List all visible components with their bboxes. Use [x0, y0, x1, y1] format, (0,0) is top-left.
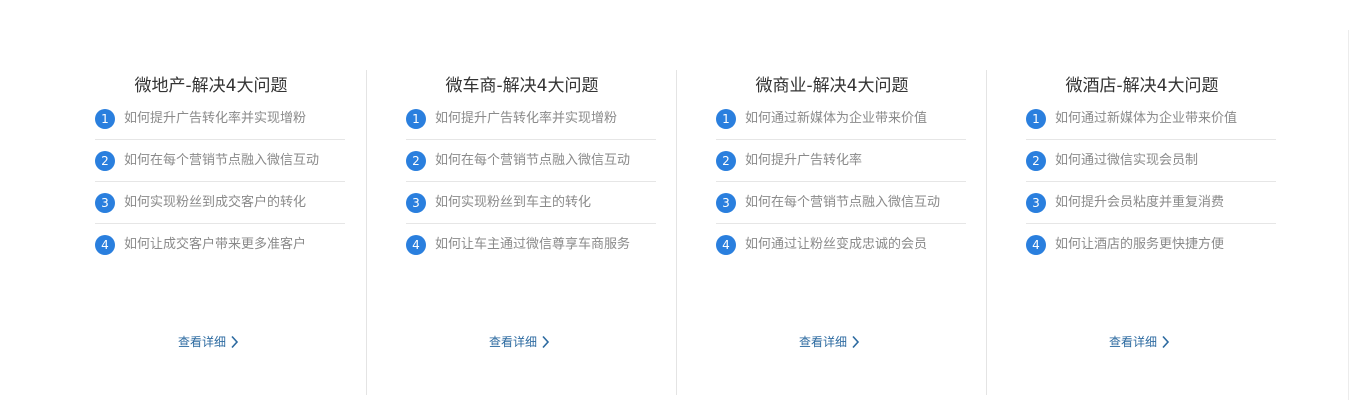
chevron-right-icon	[852, 335, 860, 349]
solution-card-hotel: 微酒店-解决4大问题 1 如何通过新媒体为企业带来价值 2 如何通过微信实现会员…	[986, 70, 1297, 395]
number-badge: 4	[95, 235, 115, 255]
solutions-section: 微地产-解决4大问题 1 如何提升广告转化率并实现增粉 2 如何在每个营销节点融…	[0, 0, 1350, 400]
problem-text: 如何提升广告转化率并实现增粉	[124, 111, 307, 126]
problem-item: 2 如何在每个营销节点融入微信互动	[95, 140, 345, 182]
problem-list: 1 如何提升广告转化率并实现增粉 2 如何在每个营销节点融入微信互动 3 如何实…	[95, 98, 345, 265]
problem-item: 3 如何在每个营销节点融入微信互动	[716, 182, 966, 224]
number-badge: 4	[1026, 235, 1046, 255]
card-title: 微地产-解决4大问题	[134, 76, 288, 96]
view-details-link[interactable]: 查看详细	[178, 332, 239, 352]
view-details-label: 查看详细	[1109, 335, 1158, 349]
view-details-link[interactable]: 查看详细	[1109, 332, 1170, 352]
number-badge: 1	[406, 109, 426, 129]
problem-text: 如何在每个营销节点融入微信互动	[124, 153, 320, 168]
number-badge: 2	[716, 151, 736, 171]
problem-text: 如何通过微信实现会员制	[1055, 153, 1199, 168]
problem-item: 3 如何实现粉丝到成交客户的转化	[95, 182, 345, 224]
view-details-label: 查看详细	[799, 335, 848, 349]
problem-text: 如何实现粉丝到成交客户的转化	[124, 195, 307, 210]
right-divider	[1348, 30, 1349, 400]
problem-item: 4 如何让成交客户带来更多准客户	[95, 224, 345, 265]
number-badge: 4	[406, 235, 426, 255]
problem-item: 1 如何通过新媒体为企业带来价值	[716, 98, 966, 140]
problem-text: 如何在每个营销节点融入微信互动	[435, 153, 631, 168]
chevron-right-icon	[542, 335, 550, 349]
problem-text: 如何让酒店的服务更快捷方便	[1055, 237, 1225, 252]
problem-item: 2 如何在每个营销节点融入微信互动	[406, 140, 656, 182]
number-badge: 3	[95, 193, 115, 213]
problem-list: 1 如何通过新媒体为企业带来价值 2 如何通过微信实现会员制 3 如何提升会员粘…	[1026, 98, 1276, 265]
solution-card-real-estate: 微地产-解决4大问题 1 如何提升广告转化率并实现增粉 2 如何在每个营销节点融…	[56, 70, 366, 395]
number-badge: 2	[95, 151, 115, 171]
problem-item: 3 如何实现粉丝到车主的转化	[406, 182, 656, 224]
problem-text: 如何提升广告转化率并实现增粉	[435, 111, 618, 126]
problem-text: 如何提升会员粘度并重复消费	[1055, 195, 1225, 210]
problem-item: 4 如何让车主通过微信尊享车商服务	[406, 224, 656, 265]
number-badge: 1	[1026, 109, 1046, 129]
number-badge: 3	[716, 193, 736, 213]
problem-item: 2 如何通过微信实现会员制	[1026, 140, 1276, 182]
view-details-link[interactable]: 查看详细	[489, 332, 550, 352]
problem-item: 1 如何提升广告转化率并实现增粉	[406, 98, 656, 140]
card-title: 微商业-解决4大问题	[755, 76, 909, 96]
number-badge: 1	[95, 109, 115, 129]
number-badge: 2	[1026, 151, 1046, 171]
view-details-link[interactable]: 查看详细	[799, 332, 860, 352]
problem-text: 如何实现粉丝到车主的转化	[435, 195, 592, 210]
problem-list: 1 如何提升广告转化率并实现增粉 2 如何在每个营销节点融入微信互动 3 如何实…	[406, 98, 656, 265]
problem-text: 如何在每个营销节点融入微信互动	[745, 195, 941, 210]
problem-item: 2 如何提升广告转化率	[716, 140, 966, 182]
solution-card-business: 微商业-解决4大问题 1 如何通过新媒体为企业带来价值 2 如何提升广告转化率 …	[676, 70, 987, 395]
problem-list: 1 如何通过新媒体为企业带来价值 2 如何提升广告转化率 3 如何在每个营销节点…	[716, 98, 966, 265]
problem-text: 如何让车主通过微信尊享车商服务	[435, 237, 631, 252]
chevron-right-icon	[1162, 335, 1170, 349]
problem-text: 如何通过让粉丝变成忠诚的会员	[745, 237, 928, 252]
number-badge: 1	[716, 109, 736, 129]
problem-text: 如何提升广告转化率	[745, 153, 863, 168]
problem-item: 4 如何通过让粉丝变成忠诚的会员	[716, 224, 966, 265]
number-badge: 3	[406, 193, 426, 213]
solution-card-car-dealer: 微车商-解决4大问题 1 如何提升广告转化率并实现增粉 2 如何在每个营销节点融…	[366, 70, 677, 395]
problem-item: 4 如何让酒店的服务更快捷方便	[1026, 224, 1276, 265]
number-badge: 3	[1026, 193, 1046, 213]
problem-text: 如何通过新媒体为企业带来价值	[1055, 111, 1238, 126]
problem-text: 如何让成交客户带来更多准客户	[124, 237, 307, 252]
number-badge: 2	[406, 151, 426, 171]
problem-text: 如何通过新媒体为企业带来价值	[745, 111, 928, 126]
problem-item: 1 如何提升广告转化率并实现增粉	[95, 98, 345, 140]
view-details-label: 查看详细	[178, 335, 227, 349]
view-details-label: 查看详细	[489, 335, 538, 349]
problem-item: 1 如何通过新媒体为企业带来价值	[1026, 98, 1276, 140]
chevron-right-icon	[231, 335, 239, 349]
card-title: 微车商-解决4大问题	[445, 76, 599, 96]
problem-item: 3 如何提升会员粘度并重复消费	[1026, 182, 1276, 224]
card-title: 微酒店-解决4大问题	[1065, 76, 1219, 96]
number-badge: 4	[716, 235, 736, 255]
